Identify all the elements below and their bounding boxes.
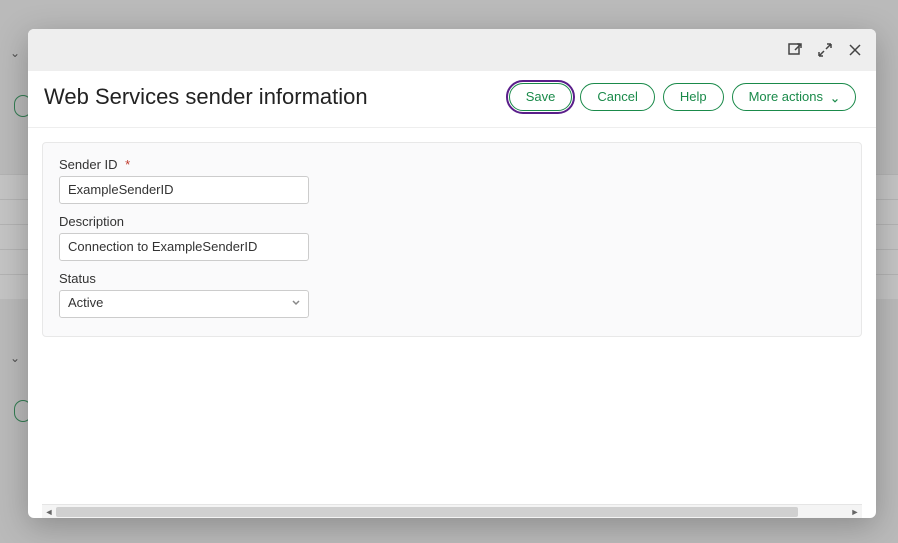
modal-title: Web Services sender information — [44, 84, 368, 110]
required-marker: * — [125, 157, 130, 172]
more-actions-label: More actions — [749, 89, 823, 105]
help-button[interactable]: Help — [663, 83, 724, 111]
scroll-thumb[interactable] — [56, 507, 798, 517]
save-button-label: Save — [526, 89, 556, 105]
modal-header: Web Services sender information Save Can… — [28, 71, 876, 128]
modal-dialog: Web Services sender information Save Can… — [28, 29, 876, 518]
more-actions-button[interactable]: More actions — [732, 83, 856, 111]
sender-id-label: Sender ID * — [59, 157, 845, 172]
chevron-down-icon — [831, 93, 839, 101]
close-icon[interactable] — [846, 41, 864, 59]
cancel-button-label: Cancel — [597, 89, 637, 105]
field-status: Status Active — [59, 271, 845, 318]
cancel-button[interactable]: Cancel — [580, 83, 654, 111]
save-button[interactable]: Save — [509, 83, 573, 111]
status-select[interactable]: Active — [59, 290, 309, 318]
scroll-right-arrow-icon[interactable]: ► — [848, 505, 862, 518]
status-select-wrap: Active — [59, 290, 309, 318]
popout-icon[interactable] — [786, 41, 804, 59]
modal-body: Sender ID * Description Status Active — [28, 128, 876, 518]
horizontal-scrollbar[interactable]: ◄ ► — [42, 504, 862, 518]
help-button-label: Help — [680, 89, 707, 105]
field-sender-id: Sender ID * — [59, 157, 845, 204]
sender-id-label-text: Sender ID — [59, 157, 118, 172]
status-select-value: Active — [68, 295, 103, 310]
modal-titlebar — [28, 29, 876, 71]
sender-id-input[interactable] — [59, 176, 309, 204]
description-input[interactable] — [59, 233, 309, 261]
form-card: Sender ID * Description Status Active — [42, 142, 862, 337]
scroll-left-arrow-icon[interactable]: ◄ — [42, 505, 56, 518]
field-description: Description — [59, 214, 845, 261]
expand-icon[interactable] — [816, 41, 834, 59]
description-label: Description — [59, 214, 845, 229]
status-label: Status — [59, 271, 845, 286]
header-actions: Save Cancel Help More actions — [509, 83, 856, 111]
